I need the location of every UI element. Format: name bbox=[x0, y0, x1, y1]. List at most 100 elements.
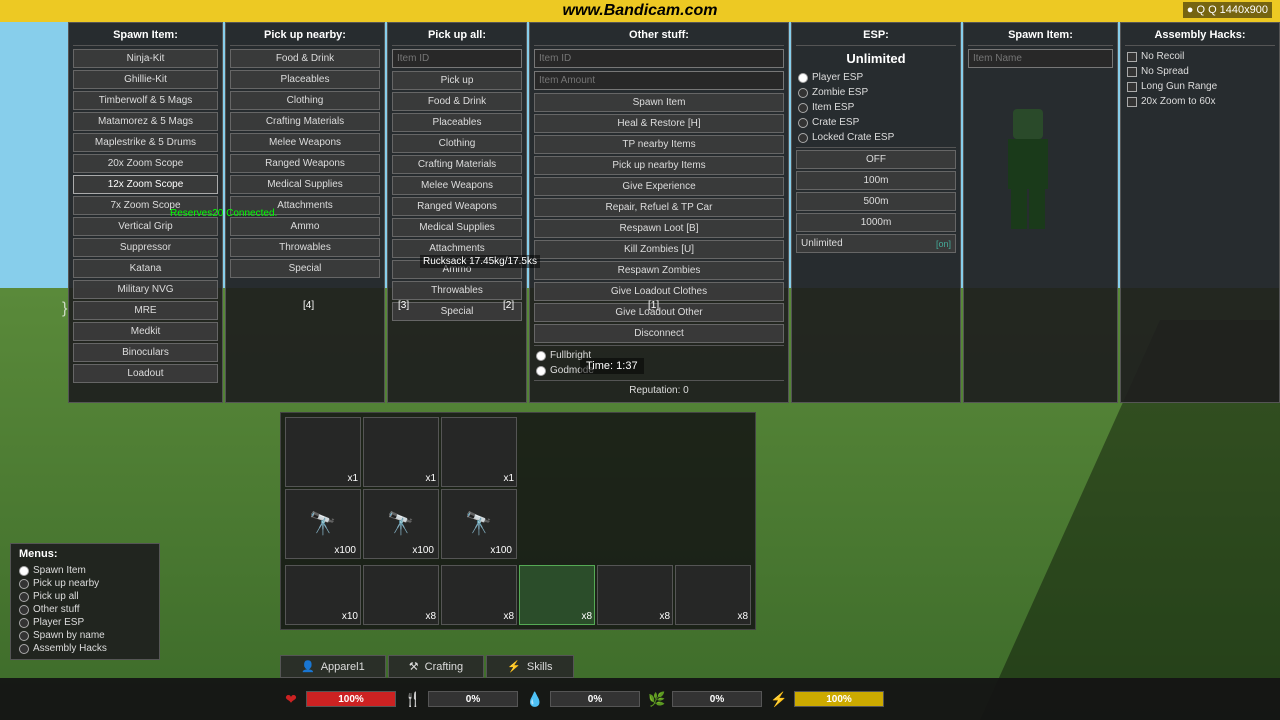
pick-nearby-item-10[interactable]: Special bbox=[230, 259, 380, 278]
spawn-item-8[interactable]: Vertical Grip bbox=[73, 217, 218, 236]
bottom-tab-crafting[interactable]: ⚒ Crafting bbox=[388, 655, 484, 678]
other-radio-1[interactable]: Godmode bbox=[534, 363, 784, 378]
assembly-checkbox-2[interactable]: Long Gun Range bbox=[1125, 79, 1275, 94]
inv-slot-bottom-2[interactable]: x8 bbox=[441, 565, 517, 625]
assembly-checkbox-1[interactable]: No Spread bbox=[1125, 64, 1275, 79]
status-bar-4: ⚡ 100% bbox=[768, 688, 884, 710]
bottom-tab-skills[interactable]: ⚡ Skills bbox=[486, 655, 573, 678]
left-menu-item-6[interactable]: Assembly Hacks bbox=[19, 642, 151, 655]
esp-radio-dot-2 bbox=[798, 103, 808, 113]
assembly-checkbox-3[interactable]: 20x Zoom to 60x bbox=[1125, 94, 1275, 109]
esp-toggle-4[interactable]: [on] bbox=[936, 239, 951, 249]
esp-radio-0[interactable]: Player ESP bbox=[796, 70, 956, 85]
left-menu-item-4[interactable]: Player ESP bbox=[19, 616, 151, 629]
other-button-0[interactable]: Spawn Item bbox=[534, 93, 784, 112]
inv-slot-r1-2[interactable]: x1 bbox=[441, 417, 517, 487]
pick-all-item-3[interactable]: Crafting Materials bbox=[392, 155, 522, 174]
esp-radio-4[interactable]: Locked Crate ESP bbox=[796, 130, 956, 145]
left-menu-item-5[interactable]: Spawn by name bbox=[19, 629, 151, 642]
inv-slot-r1-1[interactable]: x1 bbox=[363, 417, 439, 487]
pick-all-item-6[interactable]: Medical Supplies bbox=[392, 218, 522, 237]
pick-nearby-item-1[interactable]: Placeables bbox=[230, 70, 380, 89]
left-menu-item-3[interactable]: Other stuff bbox=[19, 603, 151, 616]
pick-nearby-item-3[interactable]: Crafting Materials bbox=[230, 112, 380, 131]
spawn-item-15[interactable]: Loadout bbox=[73, 364, 218, 383]
esp-radio-3[interactable]: Crate ESP bbox=[796, 115, 956, 130]
inv-count-bottom-2: x8 bbox=[503, 611, 514, 622]
pick-nearby-item-4[interactable]: Melee Weapons bbox=[230, 133, 380, 152]
pick-nearby-item-5[interactable]: Ranged Weapons bbox=[230, 154, 380, 173]
other-radio-0[interactable]: Fullbright bbox=[534, 348, 784, 363]
left-menu-dot-5 bbox=[19, 631, 29, 641]
inv-count-bottom-5: x8 bbox=[737, 611, 748, 622]
checkbox-box-3 bbox=[1127, 97, 1137, 107]
other-button-5[interactable]: Repair, Refuel & TP Car bbox=[534, 198, 784, 217]
checkbox-label-0: No Recoil bbox=[1141, 51, 1184, 62]
spawn-item-11[interactable]: Military NVG bbox=[73, 280, 218, 299]
left-menu-item-1[interactable]: Pick up nearby bbox=[19, 577, 151, 590]
inv-slot-r1-0[interactable]: x1 bbox=[285, 417, 361, 487]
other-button-1[interactable]: Heal & Restore [H] bbox=[534, 114, 784, 133]
esp-range-btn-2[interactable]: 500m bbox=[796, 192, 956, 211]
other-button-9[interactable]: Give Loadout Clothes bbox=[534, 282, 784, 301]
spawn-right-item-name-input[interactable] bbox=[968, 49, 1113, 68]
inv-slot-bottom-5[interactable]: x8 bbox=[675, 565, 751, 625]
esp-range-btn-1[interactable]: 100m bbox=[796, 171, 956, 190]
spawn-item-6[interactable]: 12x Zoom Scope bbox=[73, 175, 218, 194]
pick-all-item-id-input[interactable] bbox=[392, 49, 522, 68]
other-button-3[interactable]: Pick up nearby Items bbox=[534, 156, 784, 175]
spawn-item-0[interactable]: Ninja-Kit bbox=[73, 49, 218, 68]
spawn-item-1[interactable]: Ghillie-Kit bbox=[73, 70, 218, 89]
spawn-item-10[interactable]: Katana bbox=[73, 259, 218, 278]
spawn-item-3[interactable]: Matamorez & 5 Mags bbox=[73, 112, 218, 131]
inv-slot-r2-2[interactable]: 🔭 x100 bbox=[441, 489, 517, 559]
pick-all-item-5[interactable]: Ranged Weapons bbox=[392, 197, 522, 216]
other-button-8[interactable]: Respawn Zombies bbox=[534, 261, 784, 280]
inv-slot-bottom-0[interactable]: x10 bbox=[285, 565, 361, 625]
bottom-tab-apparel1[interactable]: 👤 Apparel1 bbox=[280, 655, 386, 678]
esp-radio-2[interactable]: Item ESP bbox=[796, 100, 956, 115]
spawn-item-2[interactable]: Timberwolf & 5 Mags bbox=[73, 91, 218, 110]
pick-nearby-item-8[interactable]: Ammo bbox=[230, 217, 380, 236]
pick-nearby-item-6[interactable]: Medical Supplies bbox=[230, 175, 380, 194]
inv-count-r1-0: x1 bbox=[347, 473, 358, 484]
spawn-item-9[interactable]: Suppressor bbox=[73, 238, 218, 257]
pick-up-button[interactable]: Pick up bbox=[392, 71, 522, 90]
assembly-checkbox-0[interactable]: No Recoil bbox=[1125, 49, 1275, 64]
pick-all-item-2[interactable]: Clothing bbox=[392, 134, 522, 153]
esp-range-btn-0[interactable]: OFF bbox=[796, 150, 956, 169]
pick-all-item-4[interactable]: Melee Weapons bbox=[392, 176, 522, 195]
other-item-id-input[interactable] bbox=[534, 49, 784, 68]
inv-slot-r2-1[interactable]: 🔭 x100 bbox=[363, 489, 439, 559]
inv-slot-bottom-4[interactable]: x8 bbox=[597, 565, 673, 625]
esp-range-btn-4[interactable]: Unlimited [on] bbox=[796, 234, 956, 253]
spawn-item-14[interactable]: Binoculars bbox=[73, 343, 218, 362]
other-button-4[interactable]: Give Experience bbox=[534, 177, 784, 196]
left-menu-item-0[interactable]: Spawn Item bbox=[19, 564, 151, 577]
left-menu-label-6: Assembly Hacks bbox=[33, 643, 107, 654]
inv-slot-r2-0[interactable]: 🔭 x100 bbox=[285, 489, 361, 559]
pick-nearby-item-0[interactable]: Food & Drink bbox=[230, 49, 380, 68]
pick-nearby-item-2[interactable]: Clothing bbox=[230, 91, 380, 110]
slot-label-1: [2] bbox=[503, 300, 514, 311]
other-button-7[interactable]: Kill Zombies [U] bbox=[534, 240, 784, 259]
inv-slot-bottom-1[interactable]: x8 bbox=[363, 565, 439, 625]
spawn-item-4[interactable]: Maplestrike & 5 Drums bbox=[73, 133, 218, 152]
other-item-amount-input[interactable] bbox=[534, 71, 784, 90]
spawn-item-5[interactable]: 20x Zoom Scope bbox=[73, 154, 218, 173]
esp-range-btn-3[interactable]: 1000m bbox=[796, 213, 956, 232]
esp-radio-1[interactable]: Zombie ESP bbox=[796, 85, 956, 100]
status-icon-0: ❤ bbox=[280, 688, 302, 710]
spawn-item-12[interactable]: MRE bbox=[73, 301, 218, 320]
pick-all-item-9[interactable]: Throwables bbox=[392, 281, 522, 300]
pick-all-item-0[interactable]: Food & Drink bbox=[392, 92, 522, 111]
spawn-item-13[interactable]: Medkit bbox=[73, 322, 218, 341]
pick-nearby-item-9[interactable]: Throwables bbox=[230, 238, 380, 257]
spawn-item-right-header: Spawn Item: bbox=[968, 27, 1113, 46]
other-button-6[interactable]: Respawn Loot [B] bbox=[534, 219, 784, 238]
inv-slot-bottom-3[interactable]: x8 bbox=[519, 565, 595, 625]
pick-all-item-1[interactable]: Placeables bbox=[392, 113, 522, 132]
other-button-2[interactable]: TP nearby Items bbox=[534, 135, 784, 154]
other-button-11[interactable]: Disconnect bbox=[534, 324, 784, 343]
left-menu-item-2[interactable]: Pick up all bbox=[19, 590, 151, 603]
